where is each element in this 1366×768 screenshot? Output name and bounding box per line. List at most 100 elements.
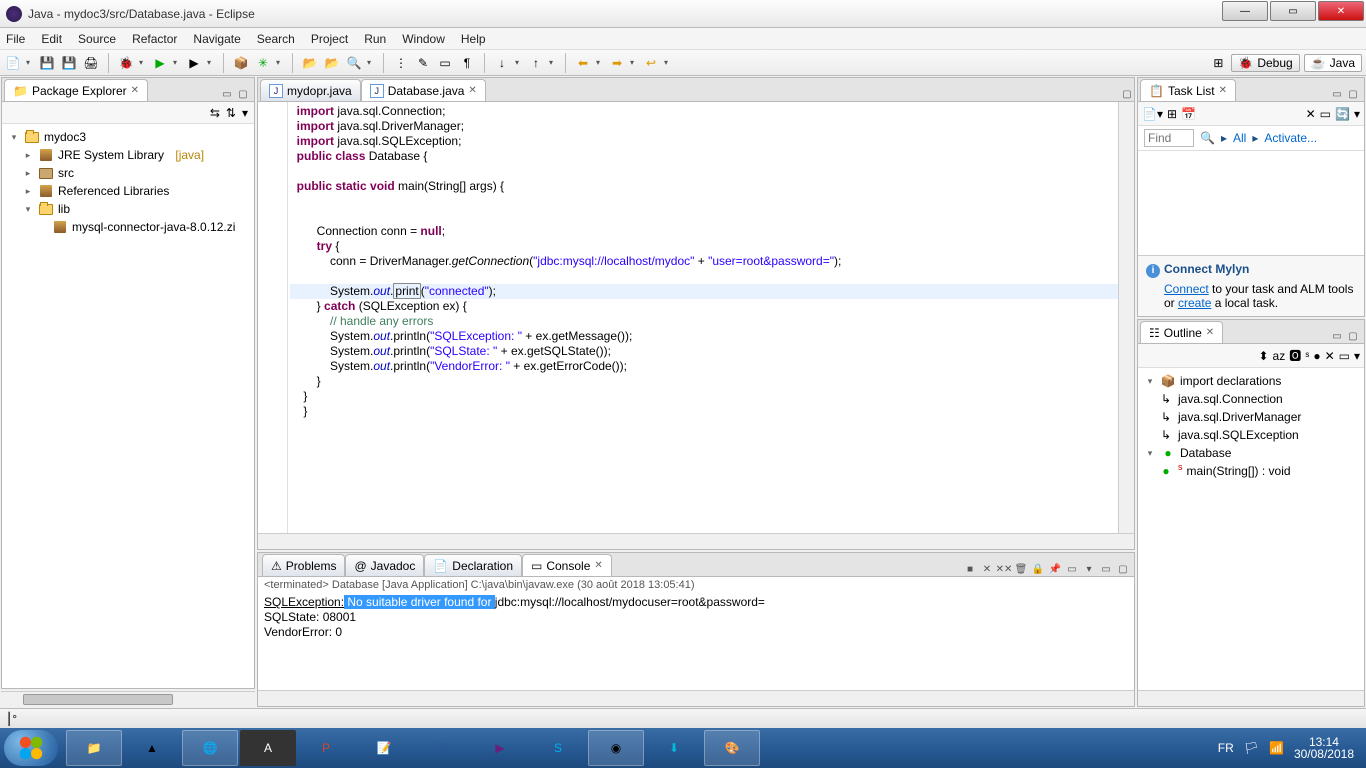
- minimize-view-icon[interactable]: ▭: [1099, 562, 1113, 576]
- taskbar-notepadpp[interactable]: 📝: [356, 730, 412, 766]
- console-hscrollbar[interactable]: [258, 690, 1134, 706]
- console-output[interactable]: SQLException: No suitable driver found f…: [258, 593, 1134, 690]
- task-activate-link[interactable]: Activate...: [1264, 131, 1317, 145]
- open-task-button[interactable]: 📂: [323, 54, 341, 72]
- taskbar-eclipse[interactable]: ◉: [588, 730, 644, 766]
- minimize-view-icon[interactable]: ▭: [220, 87, 234, 101]
- menu-refactor[interactable]: Refactor: [132, 32, 177, 46]
- new-task-icon[interactable]: 📄▾: [1142, 107, 1163, 121]
- perspective-debug[interactable]: 🐞Debug: [1231, 54, 1299, 72]
- taskbar-skype[interactable]: S: [530, 730, 586, 766]
- editor-hscrollbar[interactable]: [258, 533, 1134, 549]
- code-editor[interactable]: import java.sql.Connection; import java.…: [258, 102, 1134, 533]
- taskbar-paint[interactable]: 🎨: [704, 730, 760, 766]
- save-all-button[interactable]: 💾: [60, 54, 78, 72]
- menu-run[interactable]: Run: [364, 32, 386, 46]
- tree-jar[interactable]: mysql-connector-java-8.0.12.zi: [72, 220, 235, 234]
- remove-all-icon[interactable]: ✕✕: [997, 562, 1011, 576]
- package-explorer-tree[interactable]: ▾mydoc3 ▸JRE System Library [java] ▸src …: [2, 124, 254, 688]
- hide-local-icon[interactable]: ✕: [1325, 349, 1335, 363]
- tab-problems[interactable]: ⚠Problems: [262, 554, 345, 576]
- scroll-lock-icon[interactable]: 🔒: [1031, 562, 1045, 576]
- tree-jre[interactable]: JRE System Library: [58, 148, 164, 162]
- print-button[interactable]: 🖨: [82, 54, 100, 72]
- taskbar-vlc[interactable]: ▲: [124, 730, 180, 766]
- package-explorer-tab[interactable]: 📁 Package Explorer ✕: [4, 79, 148, 101]
- editor-vscrollbar[interactable]: [1118, 102, 1134, 533]
- menu-navigate[interactable]: Navigate: [193, 32, 240, 46]
- maximize-view-icon[interactable]: ▢: [1116, 562, 1130, 576]
- taskbar-word[interactable]: W: [414, 730, 470, 766]
- outline-imports[interactable]: import declarations: [1180, 374, 1281, 388]
- tray-clock[interactable]: 13:14 30/08/2018: [1294, 736, 1354, 760]
- tree-src[interactable]: src: [58, 166, 74, 180]
- toggle-breadcrumb-button[interactable]: ⋮: [392, 54, 410, 72]
- menu-project[interactable]: Project: [311, 32, 348, 46]
- task-all-link[interactable]: All: [1233, 131, 1246, 145]
- task-find-input[interactable]: [1144, 129, 1194, 147]
- taskbar-vs[interactable]: ▶: [472, 730, 528, 766]
- taskbar-adobe[interactable]: A: [240, 730, 296, 766]
- minimize-button[interactable]: —: [1222, 1, 1268, 21]
- maximize-view-icon[interactable]: ▢: [1346, 329, 1360, 343]
- new-package-button[interactable]: 📦: [232, 54, 250, 72]
- view-menu-icon[interactable]: ▾: [1354, 107, 1360, 121]
- view-menu-icon[interactable]: ▾: [242, 106, 248, 120]
- outline-main[interactable]: main(String[]) : void: [1187, 464, 1291, 478]
- menu-search[interactable]: Search: [257, 32, 295, 46]
- menu-window[interactable]: Window: [402, 32, 445, 46]
- focus-icon[interactable]: ▭: [1339, 349, 1350, 363]
- tree-ref-libs[interactable]: Referenced Libraries: [58, 184, 169, 198]
- taskbar-chrome[interactable]: 🌐: [182, 730, 238, 766]
- categorize-icon[interactable]: ⊞: [1167, 107, 1177, 121]
- show-whitespace-button[interactable]: ¶: [458, 54, 476, 72]
- pin-console-icon[interactable]: 📌: [1048, 562, 1062, 576]
- toggle-mark-button[interactable]: ✎: [414, 54, 432, 72]
- close-icon[interactable]: ✕: [594, 560, 602, 571]
- taskbar-explorer[interactable]: 📁: [66, 730, 122, 766]
- new-class-button[interactable]: ✳: [254, 54, 272, 72]
- perspective-java[interactable]: ☕Java: [1304, 54, 1362, 72]
- hide-nonpublic-icon[interactable]: ●: [1313, 349, 1320, 363]
- outline-import-2[interactable]: java.sql.DriverManager: [1178, 410, 1301, 424]
- tree-project[interactable]: mydoc3: [44, 130, 86, 144]
- run-last-button[interactable]: ▶: [185, 54, 203, 72]
- outline-class[interactable]: Database: [1180, 446, 1231, 460]
- new-button[interactable]: 📄: [4, 54, 22, 72]
- open-type-button[interactable]: 📂: [301, 54, 319, 72]
- menu-file[interactable]: File: [6, 32, 25, 46]
- maximize-editor-icon[interactable]: ▢: [1120, 87, 1134, 101]
- collapse-all-icon[interactable]: ⇆: [210, 106, 220, 120]
- close-icon[interactable]: ✕: [1219, 85, 1227, 96]
- menu-source[interactable]: Source: [78, 32, 116, 46]
- clear-console-icon[interactable]: 🗑: [1014, 562, 1028, 576]
- minimize-view-icon[interactable]: ▭: [1330, 329, 1344, 343]
- tab-console[interactable]: ▭Console✕: [522, 554, 612, 576]
- link-editor-icon[interactable]: ⇅: [226, 106, 236, 120]
- run-button[interactable]: ▶: [151, 54, 169, 72]
- collapse-icon[interactable]: ✕: [1306, 107, 1316, 121]
- search-icon[interactable]: 🔍: [1200, 131, 1215, 145]
- close-icon[interactable]: ✕: [1206, 327, 1214, 338]
- tray-network-icon[interactable]: 📶: [1269, 741, 1284, 755]
- display-console-icon[interactable]: ▭: [1065, 562, 1079, 576]
- save-button[interactable]: 💾: [38, 54, 56, 72]
- menu-help[interactable]: Help: [461, 32, 486, 46]
- minimize-view-icon[interactable]: ▭: [1330, 87, 1344, 101]
- hide-static-icon[interactable]: ˢ: [1305, 349, 1309, 363]
- taskbar-powerpoint[interactable]: P: [298, 730, 354, 766]
- start-button[interactable]: [4, 730, 58, 766]
- editor-tab-1[interactable]: Jmydopr.java: [260, 79, 361, 101]
- sync-icon[interactable]: 🔄: [1335, 107, 1350, 121]
- task-list-tab[interactable]: 📋Task List✕: [1140, 79, 1236, 101]
- left-hscrollbar[interactable]: [1, 691, 255, 707]
- last-edit-button[interactable]: ↩: [642, 54, 660, 72]
- schedule-icon[interactable]: 📅: [1181, 107, 1196, 121]
- sort-icon[interactable]: ⬍: [1258, 349, 1268, 363]
- maximize-view-icon[interactable]: ▢: [1346, 87, 1360, 101]
- tray-flag-icon[interactable]: 🏳: [1244, 741, 1259, 755]
- taskbar-app1[interactable]: ⬇: [646, 730, 702, 766]
- outline-import-1[interactable]: java.sql.Connection: [1178, 392, 1283, 406]
- view-menu-icon[interactable]: ▾: [1354, 349, 1360, 363]
- next-annotation-button[interactable]: ↓: [493, 54, 511, 72]
